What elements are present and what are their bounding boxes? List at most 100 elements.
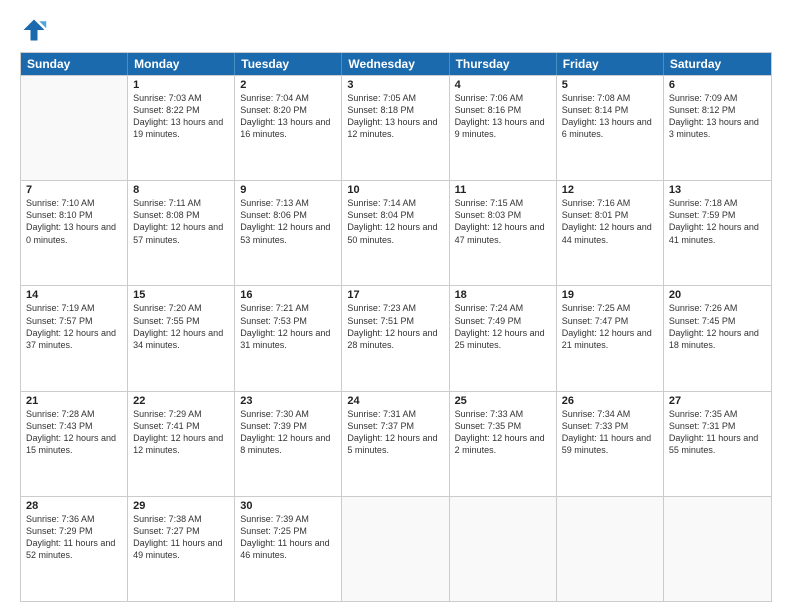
calendar-cell: 12Sunrise: 7:16 AMSunset: 8:01 PMDayligh… bbox=[557, 181, 664, 285]
logo-icon bbox=[20, 16, 48, 44]
sunrise-text: Sunrise: 7:15 AM bbox=[455, 197, 551, 209]
calendar-cell: 26Sunrise: 7:34 AMSunset: 7:33 PMDayligh… bbox=[557, 392, 664, 496]
daylight-text: Daylight: 12 hours and 34 minutes. bbox=[133, 327, 229, 351]
sunrise-text: Sunrise: 7:09 AM bbox=[669, 92, 766, 104]
calendar-week-3: 14Sunrise: 7:19 AMSunset: 7:57 PMDayligh… bbox=[21, 285, 771, 390]
daylight-text: Daylight: 11 hours and 49 minutes. bbox=[133, 537, 229, 561]
sunrise-text: Sunrise: 7:30 AM bbox=[240, 408, 336, 420]
calendar-cell: 23Sunrise: 7:30 AMSunset: 7:39 PMDayligh… bbox=[235, 392, 342, 496]
sunrise-text: Sunrise: 7:38 AM bbox=[133, 513, 229, 525]
sunset-text: Sunset: 8:03 PM bbox=[455, 209, 551, 221]
day-number: 23 bbox=[240, 395, 336, 407]
sunrise-text: Sunrise: 7:31 AM bbox=[347, 408, 443, 420]
calendar-week-1: 1Sunrise: 7:03 AMSunset: 8:22 PMDaylight… bbox=[21, 75, 771, 180]
header-day-friday: Friday bbox=[557, 53, 664, 75]
sunset-text: Sunset: 7:53 PM bbox=[240, 315, 336, 327]
sunrise-text: Sunrise: 7:11 AM bbox=[133, 197, 229, 209]
day-number: 5 bbox=[562, 79, 658, 91]
calendar-week-5: 28Sunrise: 7:36 AMSunset: 7:29 PMDayligh… bbox=[21, 496, 771, 601]
daylight-text: Daylight: 13 hours and 3 minutes. bbox=[669, 116, 766, 140]
daylight-text: Daylight: 12 hours and 5 minutes. bbox=[347, 432, 443, 456]
calendar-cell bbox=[450, 497, 557, 601]
sunrise-text: Sunrise: 7:29 AM bbox=[133, 408, 229, 420]
daylight-text: Daylight: 12 hours and 41 minutes. bbox=[669, 221, 766, 245]
header-day-thursday: Thursday bbox=[450, 53, 557, 75]
sunset-text: Sunset: 7:41 PM bbox=[133, 420, 229, 432]
header-day-tuesday: Tuesday bbox=[235, 53, 342, 75]
logo bbox=[20, 16, 52, 44]
day-number: 24 bbox=[347, 395, 443, 407]
day-number: 10 bbox=[347, 184, 443, 196]
daylight-text: Daylight: 12 hours and 18 minutes. bbox=[669, 327, 766, 351]
daylight-text: Daylight: 12 hours and 47 minutes. bbox=[455, 221, 551, 245]
header bbox=[20, 16, 772, 44]
calendar-cell: 18Sunrise: 7:24 AMSunset: 7:49 PMDayligh… bbox=[450, 286, 557, 390]
sunrise-text: Sunrise: 7:33 AM bbox=[455, 408, 551, 420]
calendar-week-2: 7Sunrise: 7:10 AMSunset: 8:10 PMDaylight… bbox=[21, 180, 771, 285]
header-day-sunday: Sunday bbox=[21, 53, 128, 75]
sunrise-text: Sunrise: 7:03 AM bbox=[133, 92, 229, 104]
calendar-cell: 1Sunrise: 7:03 AMSunset: 8:22 PMDaylight… bbox=[128, 76, 235, 180]
calendar-cell bbox=[342, 497, 449, 601]
daylight-text: Daylight: 12 hours and 53 minutes. bbox=[240, 221, 336, 245]
sunset-text: Sunset: 7:57 PM bbox=[26, 315, 122, 327]
day-number: 20 bbox=[669, 289, 766, 301]
calendar-cell: 17Sunrise: 7:23 AMSunset: 7:51 PMDayligh… bbox=[342, 286, 449, 390]
sunrise-text: Sunrise: 7:35 AM bbox=[669, 408, 766, 420]
sunrise-text: Sunrise: 7:14 AM bbox=[347, 197, 443, 209]
calendar-cell: 6Sunrise: 7:09 AMSunset: 8:12 PMDaylight… bbox=[664, 76, 771, 180]
daylight-text: Daylight: 12 hours and 44 minutes. bbox=[562, 221, 658, 245]
daylight-text: Daylight: 12 hours and 50 minutes. bbox=[347, 221, 443, 245]
calendar-cell: 24Sunrise: 7:31 AMSunset: 7:37 PMDayligh… bbox=[342, 392, 449, 496]
day-number: 8 bbox=[133, 184, 229, 196]
day-number: 14 bbox=[26, 289, 122, 301]
header-day-wednesday: Wednesday bbox=[342, 53, 449, 75]
day-number: 30 bbox=[240, 500, 336, 512]
sunrise-text: Sunrise: 7:24 AM bbox=[455, 302, 551, 314]
calendar-cell: 4Sunrise: 7:06 AMSunset: 8:16 PMDaylight… bbox=[450, 76, 557, 180]
sunset-text: Sunset: 7:59 PM bbox=[669, 209, 766, 221]
daylight-text: Daylight: 12 hours and 2 minutes. bbox=[455, 432, 551, 456]
daylight-text: Daylight: 13 hours and 0 minutes. bbox=[26, 221, 122, 245]
header-day-saturday: Saturday bbox=[664, 53, 771, 75]
calendar-week-4: 21Sunrise: 7:28 AMSunset: 7:43 PMDayligh… bbox=[21, 391, 771, 496]
sunset-text: Sunset: 7:33 PM bbox=[562, 420, 658, 432]
daylight-text: Daylight: 12 hours and 15 minutes. bbox=[26, 432, 122, 456]
sunset-text: Sunset: 7:31 PM bbox=[669, 420, 766, 432]
calendar-cell: 30Sunrise: 7:39 AMSunset: 7:25 PMDayligh… bbox=[235, 497, 342, 601]
day-number: 7 bbox=[26, 184, 122, 196]
sunrise-text: Sunrise: 7:28 AM bbox=[26, 408, 122, 420]
sunrise-text: Sunrise: 7:34 AM bbox=[562, 408, 658, 420]
day-number: 12 bbox=[562, 184, 658, 196]
calendar-cell: 15Sunrise: 7:20 AMSunset: 7:55 PMDayligh… bbox=[128, 286, 235, 390]
daylight-text: Daylight: 11 hours and 59 minutes. bbox=[562, 432, 658, 456]
daylight-text: Daylight: 12 hours and 25 minutes. bbox=[455, 327, 551, 351]
daylight-text: Daylight: 12 hours and 31 minutes. bbox=[240, 327, 336, 351]
calendar-cell bbox=[664, 497, 771, 601]
sunset-text: Sunset: 7:25 PM bbox=[240, 525, 336, 537]
sunrise-text: Sunrise: 7:08 AM bbox=[562, 92, 658, 104]
daylight-text: Daylight: 12 hours and 21 minutes. bbox=[562, 327, 658, 351]
sunset-text: Sunset: 8:10 PM bbox=[26, 209, 122, 221]
day-number: 26 bbox=[562, 395, 658, 407]
daylight-text: Daylight: 12 hours and 37 minutes. bbox=[26, 327, 122, 351]
sunrise-text: Sunrise: 7:36 AM bbox=[26, 513, 122, 525]
sunrise-text: Sunrise: 7:25 AM bbox=[562, 302, 658, 314]
calendar-header-row: SundayMondayTuesdayWednesdayThursdayFrid… bbox=[21, 53, 771, 75]
day-number: 13 bbox=[669, 184, 766, 196]
sunset-text: Sunset: 8:18 PM bbox=[347, 104, 443, 116]
calendar-cell: 8Sunrise: 7:11 AMSunset: 8:08 PMDaylight… bbox=[128, 181, 235, 285]
day-number: 28 bbox=[26, 500, 122, 512]
sunset-text: Sunset: 8:12 PM bbox=[669, 104, 766, 116]
calendar-cell bbox=[557, 497, 664, 601]
calendar-cell: 2Sunrise: 7:04 AMSunset: 8:20 PMDaylight… bbox=[235, 76, 342, 180]
sunrise-text: Sunrise: 7:18 AM bbox=[669, 197, 766, 209]
day-number: 16 bbox=[240, 289, 336, 301]
calendar-cell: 25Sunrise: 7:33 AMSunset: 7:35 PMDayligh… bbox=[450, 392, 557, 496]
day-number: 9 bbox=[240, 184, 336, 196]
sunset-text: Sunset: 7:39 PM bbox=[240, 420, 336, 432]
calendar-cell: 19Sunrise: 7:25 AMSunset: 7:47 PMDayligh… bbox=[557, 286, 664, 390]
daylight-text: Daylight: 13 hours and 16 minutes. bbox=[240, 116, 336, 140]
sunset-text: Sunset: 7:43 PM bbox=[26, 420, 122, 432]
calendar-cell: 20Sunrise: 7:26 AMSunset: 7:45 PMDayligh… bbox=[664, 286, 771, 390]
